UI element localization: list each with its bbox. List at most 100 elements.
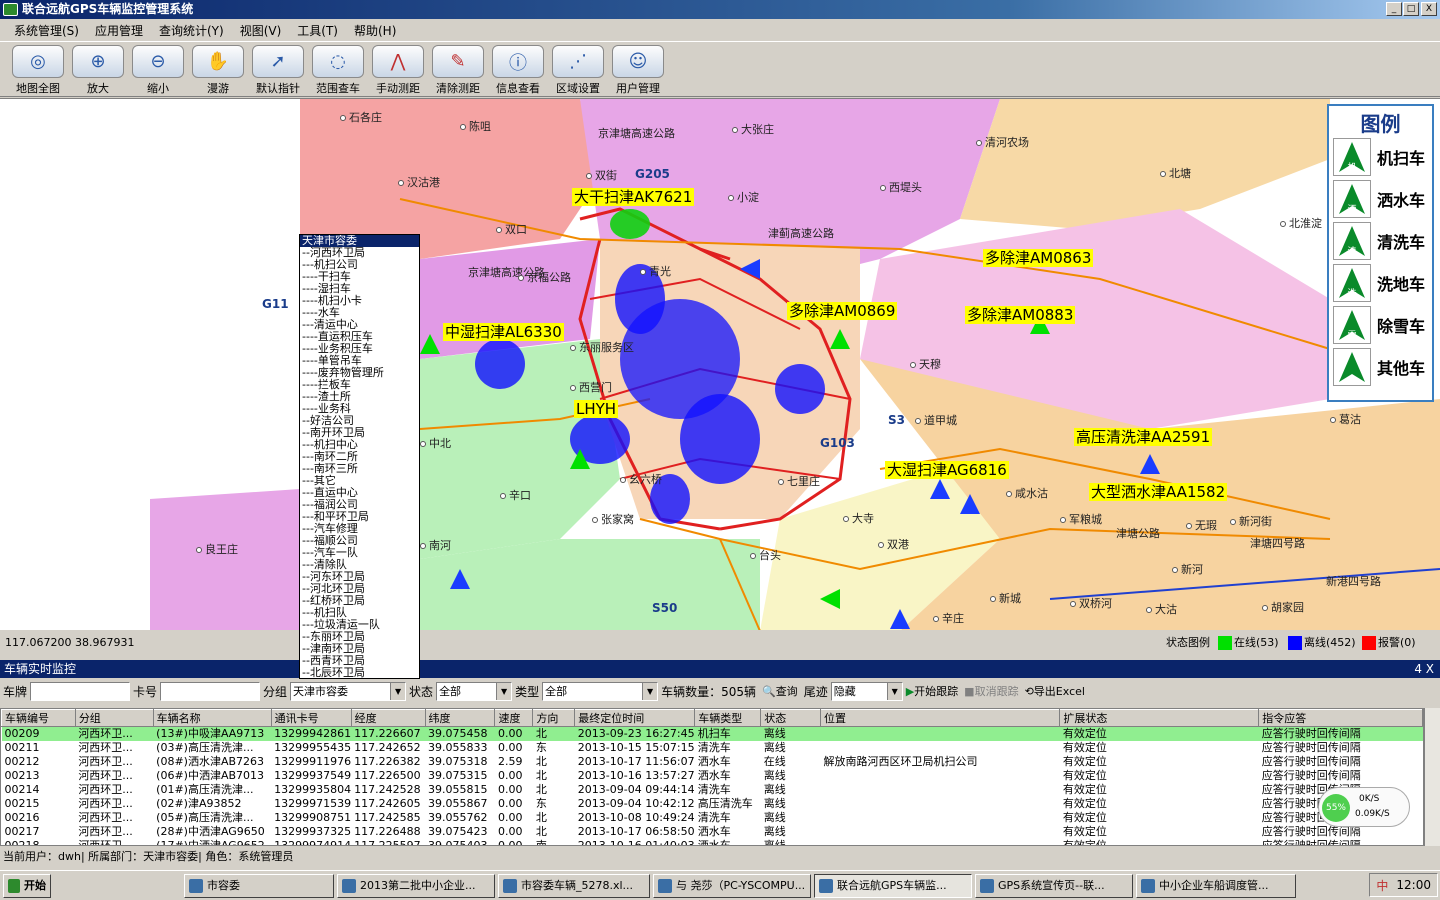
menu-view[interactable]: 视图(V) xyxy=(232,22,290,39)
column-header[interactable]: 通讯卡号 xyxy=(270,709,352,727)
vehicle-label[interactable]: 大湿扫津AG6816 xyxy=(885,461,1009,479)
taskbar-button[interactable]: 中小企业车船调度管... xyxy=(1136,873,1296,898)
taskbar-button-label: 2013第二批中小企业... xyxy=(360,878,476,892)
start-button[interactable]: 开始 xyxy=(3,873,51,898)
menu-application[interactable]: 应用管理 xyxy=(87,22,151,39)
query-button[interactable]: 🔍 查询 xyxy=(759,683,801,699)
table-cell: 00214 xyxy=(4,783,40,796)
snow-vehicle-icon: 雪 xyxy=(1333,306,1371,344)
column-header[interactable]: 分组 xyxy=(74,709,154,727)
tool-user-button[interactable]: ☺ 用户管理 xyxy=(608,42,668,96)
vehicle-label[interactable]: 多除津AM0883 xyxy=(965,306,1076,324)
table-cell: 河西环卫... xyxy=(75,726,154,741)
group-option[interactable]: --北辰环卫局 xyxy=(300,667,419,679)
maximize-button[interactable]: □ xyxy=(1403,2,1419,16)
table-row[interactable]: 00209 河西环卫... (13#)中吸津AA9713 13299942861 117… xyxy=(1,726,1423,741)
taskbar-button[interactable]: 市容委车辆_5278.xl... xyxy=(498,873,650,898)
column-header[interactable]: 状态 xyxy=(760,709,821,727)
cancel-tracking-button[interactable]: ■ 取消跟踪 xyxy=(961,683,1021,699)
tool-full-map-button[interactable]: ◎ 地图全图 xyxy=(8,42,68,96)
minimize-button[interactable]: _ xyxy=(1386,2,1402,16)
column-header[interactable]: 扩展状态 xyxy=(1059,709,1260,727)
windows-icon xyxy=(8,878,20,893)
table-row[interactable]: 00216 河西环卫... (05#)高压清洗津... 13299908751 117.… xyxy=(2,811,1423,825)
menu-query[interactable]: 查询统计(Y) xyxy=(151,22,232,39)
vehicle-table[interactable]: 车辆编号 分组 车辆名称 通讯卡号 经度 纬度 速度 方向 最终定位时间 车辆类型 状态 位置 扩展状态… xyxy=(0,708,1424,846)
play-icon: ▶ xyxy=(905,684,915,698)
table-row[interactable]: 00212 河西环卫... (08#)洒水津AB7263 13299911976 117… xyxy=(2,755,1423,769)
table-scrollbar[interactable] xyxy=(1424,708,1440,846)
column-header[interactable]: 方向 xyxy=(532,709,576,727)
legend-icon-mark: 清 xyxy=(1347,245,1356,257)
map-view[interactable]: 大干扫津AK7621 多除津AM0863 多除津AM0869 多除津AM0883… xyxy=(0,98,1440,630)
tool-clear-measure-button[interactable]: ✎ 清除测距 xyxy=(428,42,488,96)
table-cell: 在线 xyxy=(763,755,786,768)
tool-pan-button[interactable]: ✋ 漫游 xyxy=(188,42,248,96)
taskbar-button[interactable]: 市容委 xyxy=(184,873,334,898)
window-title-bar: 联合远航GPS车辆监控管理系统 xyxy=(0,0,1440,19)
menu-help[interactable]: 帮助(H) xyxy=(346,22,404,39)
table-cell: 13299935804 xyxy=(274,783,352,796)
place-label: 汉沽港 xyxy=(398,174,440,190)
place-label: 大沽 xyxy=(1146,601,1177,617)
tool-zoom-out-button[interactable]: ⊖ 缩小 xyxy=(128,42,188,96)
column-header[interactable]: 位置 xyxy=(819,709,1061,727)
trail-select[interactable]: 隐藏 xyxy=(830,681,903,701)
legend-icon-mark: 洒 xyxy=(1347,203,1356,215)
table-row[interactable]: 00217 河西环卫... (28#)中洒津AG9650 13299937325 117… xyxy=(2,825,1423,839)
group-dropdown-list[interactable]: 天津市容委 --河西环卫局 ---机扫公司 ----干扫车 ----湿扫车 ----机扫小… xyxy=(299,234,420,679)
card-input[interactable] xyxy=(160,681,261,701)
table-row[interactable]: 00215 河西环卫... (02#)津A93852 13299971539 117.2… xyxy=(2,797,1423,811)
window-icon xyxy=(1141,878,1155,893)
table-row[interactable]: 00218 河西环卫... (17#)中洒津AG9652 13299974914 117… xyxy=(2,839,1423,845)
place-label: 台头 xyxy=(750,547,781,563)
table-cell: 13299937549 xyxy=(274,769,352,782)
monitor-panel-title: 车辆实时监控 4 X xyxy=(0,660,1440,678)
menu-tools[interactable]: 工具(T) xyxy=(289,22,346,39)
tool-region-button[interactable]: ⋰ 区域设置 xyxy=(548,42,608,96)
legend-icon-mark: 雪 xyxy=(1347,330,1356,341)
close-button[interactable]: X xyxy=(1421,2,1437,16)
vehicle-label[interactable]: 大干扫津AK7621 xyxy=(572,188,695,206)
vehicle-label[interactable]: 中湿扫津AL6330 xyxy=(443,323,564,341)
tool-zoom-in-button[interactable]: ⊕ 放大 xyxy=(68,42,128,96)
vehicle-label[interactable]: 多除津AM0863 xyxy=(983,249,1094,267)
taskbar-button[interactable]: 与 尧莎（PC-YSCOMPU... xyxy=(653,873,811,898)
group-select[interactable]: 天津市容委 xyxy=(290,681,407,701)
start-tracking-button[interactable]: ▶ 开始跟踪 xyxy=(903,683,961,699)
taskbar-button[interactable]: 2013第二批中小企业... xyxy=(337,873,495,898)
column-header[interactable]: 速度 xyxy=(494,709,534,727)
info-icon: ⓘ xyxy=(492,45,544,78)
tool-pointer-button[interactable]: ➚ 默认指针 xyxy=(248,42,308,96)
taskbar-button[interactable]: GPS系统宣传页--联... xyxy=(975,873,1133,898)
table-cell: 39.055867 xyxy=(428,797,488,810)
ime-indicator[interactable]: 中 xyxy=(1376,877,1388,894)
table-row[interactable]: 00211 河西环卫... (03#)高压清洗津... 13299955435 117.… xyxy=(2,741,1423,755)
road-label: 津蓟高速公路 xyxy=(768,227,834,240)
menu-system[interactable]: 系统管理(S) xyxy=(6,22,87,39)
table-row[interactable]: 00213 河西环卫... (06#)中洒津AB7013 13299937549 117… xyxy=(2,769,1423,783)
column-header[interactable]: 车辆编号 xyxy=(1,709,76,727)
type-select[interactable]: 全部 xyxy=(542,681,659,701)
tool-measure-button[interactable]: ⋀ 手动测距 xyxy=(368,42,428,96)
panel-pin-close[interactable]: 4 X xyxy=(1414,660,1434,678)
vehicle-label[interactable]: LHYH xyxy=(574,400,619,418)
tool-info-button[interactable]: ⓘ 信息查看 xyxy=(488,42,548,96)
vehicle-label[interactable]: 多除津AM0869 xyxy=(787,302,898,320)
tool-area-search-button[interactable]: ◌ 范围查车 xyxy=(308,42,368,96)
state-select[interactable]: 全部 xyxy=(436,681,513,701)
column-header[interactable]: 车辆类型 xyxy=(694,709,762,727)
column-header[interactable]: 车辆名称 xyxy=(152,709,272,727)
vehicle-label[interactable]: 高压清洗津AA2591 xyxy=(1074,428,1213,446)
column-header[interactable]: 最终定位时间 xyxy=(574,709,696,727)
export-excel-button[interactable]: ⟲ 导出Excel xyxy=(1022,683,1088,699)
table-cell: 39.055833 xyxy=(428,741,488,754)
vehicle-label[interactable]: 大型洒水津AA1582 xyxy=(1089,483,1228,501)
column-header[interactable]: 指令应答 xyxy=(1258,709,1423,727)
table-cell: 13299955435 xyxy=(274,741,352,754)
column-header[interactable]: 纬度 xyxy=(424,709,496,727)
taskbar-button[interactable]: 联合远航GPS车辆监... xyxy=(814,873,972,898)
column-header[interactable]: 经度 xyxy=(350,709,426,727)
plate-input[interactable] xyxy=(30,681,131,701)
table-row[interactable]: 00214 河西环卫... (01#)高压清洗津... 13299935804 117.… xyxy=(2,783,1423,797)
